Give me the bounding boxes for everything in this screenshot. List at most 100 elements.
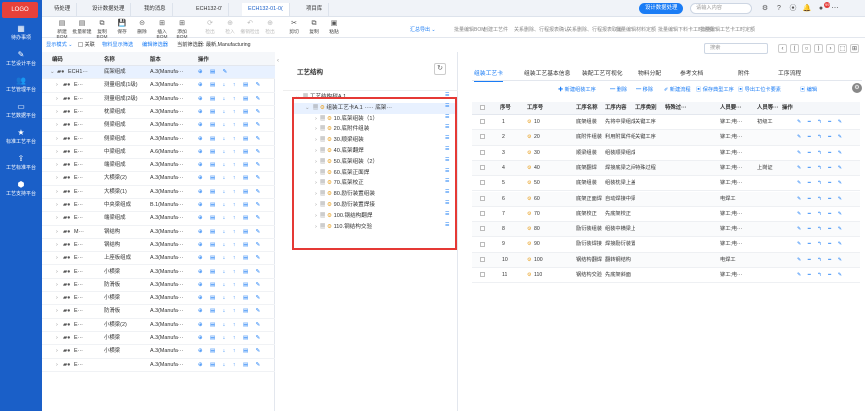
expand-icon[interactable]: › xyxy=(56,266,58,279)
row-actions[interactable]: ✎ ━ ↰ ━ ✎ xyxy=(797,176,845,191)
toolbar-text-action-0[interactable]: 批量编辑BOM xyxy=(454,26,485,33)
row-actions[interactable]: ✎ ━ ↰ ━ ✎ xyxy=(797,237,845,252)
row-actions[interactable]: ⊕ ▤ ↓ ↑ ▤ ✎ xyxy=(198,305,263,318)
sidebar-item-6[interactable]: ⬢ 工艺支持平台 xyxy=(0,180,42,206)
row-checkbox[interactable] xyxy=(480,115,485,130)
table-row[interactable]: › ▰● E··· A.3(Manufa··· ⊕ ▤ ↓ ↑ ▤ ✎ xyxy=(42,359,275,372)
table-row[interactable]: › ▰● E··· 小横梁 A.3(Manufa··· ⊕ ▤ ↓ ↑ ▤ ✎ xyxy=(42,292,275,306)
record-icon[interactable]: ⦿ xyxy=(788,4,798,14)
table-row[interactable]: 4 ⚙ 40 底架翻焊 焊接底梁之间 特殊过程 铆工;电··· 上岗证 ✎ ━ ↰ ━ ✎ xyxy=(472,160,860,177)
row-checkbox[interactable] xyxy=(480,130,485,145)
toolbar-btn-2[interactable]: ⧉ 复制BOM xyxy=(92,19,112,40)
row-actions[interactable]: ✎ ━ ↰ ━ ✎ xyxy=(797,268,845,283)
table-row[interactable]: › ▰● E··· 钢结构 A.3(Manufa··· ⊕ ▤ ↓ ↑ ▤ ✎ xyxy=(42,239,275,253)
detail-action-5[interactable]: ▣ 导出工位卡要素 xyxy=(738,86,781,93)
table-row[interactable]: › ▰● E··· 小横梁(2) A.3(Manufa··· ⊕ ▤ ↓ ↑ ▤ ✎ xyxy=(42,319,275,332)
select-all-checkbox[interactable] xyxy=(480,102,485,115)
row-actions[interactable]: ⊕ ▤ ↓ ↑ ▤ ✎ xyxy=(198,252,263,265)
table-row[interactable]: › ▰● E··· 小横梁 A.3(Manufa··· ⊕ ▤ ↓ ↑ ▤ ✎ xyxy=(42,345,275,359)
row-actions[interactable]: ⊕ ▤ ↓ ↑ ▤ ✎ xyxy=(198,146,263,159)
expand-icon[interactable]: › xyxy=(56,106,58,119)
refresh-icon[interactable]: ↻ xyxy=(434,63,446,75)
row-actions[interactable]: ⊕ ▤ ↓ ↑ ▤ ✎ xyxy=(198,212,263,225)
row-actions[interactable]: ⊕ ▤ ✎ xyxy=(198,66,230,79)
row-actions[interactable]: ⊕ ▤ ↓ ↑ ▤ ✎ xyxy=(198,159,263,172)
material-filter-link[interactable]: 物料显示筛选 xyxy=(102,41,133,48)
toolbar-text-action-3[interactable]: 关系删除、行程报表取消 xyxy=(567,26,622,33)
row-actions[interactable]: ✎ ━ ↰ ━ ✎ xyxy=(797,192,845,207)
collapse-left-icon[interactable]: ‹ xyxy=(277,58,279,64)
toolbar-btn-12[interactable]: ⧉ 复制 xyxy=(304,19,324,37)
row-actions[interactable]: ⊕ ▤ ↓ ↑ ▤ ✎ xyxy=(198,106,263,119)
toolbar-text-action-2[interactable]: 关系删除、行程报表确认 xyxy=(514,26,569,33)
detail-tab-4[interactable]: 参考文档 xyxy=(680,68,703,77)
expand-icon[interactable]: › xyxy=(56,119,58,132)
table-row[interactable]: › ▰● E··· 小横梁 A.3(Manufa··· ⊕ ▤ ↓ ↑ ▤ ✎ xyxy=(42,266,275,279)
toolbar-btn-9[interactable]: ↶ 撤销检出 xyxy=(240,19,260,37)
row-actions[interactable]: ⊕ ▤ ↓ ↑ ▤ ✎ xyxy=(198,359,263,372)
table-row[interactable]: › ▰● M··· 钢结构 A.3(Manufa··· ⊕ ▤ ↓ ↑ ▤ ✎ xyxy=(42,226,275,239)
sidebar-item-4[interactable]: ★ 标准工艺平台 xyxy=(0,128,42,154)
row-actions[interactable]: ⊕ ▤ ↓ ↑ ▤ ✎ xyxy=(198,319,263,332)
expand-icon[interactable]: › xyxy=(56,172,58,185)
toolbar-btn-1[interactable]: ▤ 批量新建 xyxy=(72,19,92,37)
row-checkbox[interactable] xyxy=(480,192,485,207)
toolbar-text-action-6[interactable]: 批量编辑工艺卡工时定额 xyxy=(700,26,755,33)
detail-action-6[interactable]: ▣ 编辑 xyxy=(800,86,817,93)
expand-icon[interactable]: › xyxy=(56,133,58,146)
table-row[interactable]: 5 ⚙ 50 底架组装 组装枕梁上盖 铆工;电··· ✎ ━ ↰ ━ ✎ xyxy=(472,176,860,192)
row-actions[interactable]: ⊕ ▤ ↓ ↑ ▤ ✎ xyxy=(198,186,263,199)
top-tab-1[interactable]: 设计数据处理 xyxy=(86,3,132,16)
expand-icon[interactable]: › xyxy=(56,239,58,252)
table-row[interactable]: › ▰● E··· 上座板组成 A.3(Manufa··· ⊕ ▤ ↓ ↑ ▤ ✎ xyxy=(42,252,275,266)
table-row[interactable]: 9 ⚙ 90 励衍装焊接 焊接励衍装置 铆工;电··· ✎ ━ ↰ ━ ✎ xyxy=(472,237,860,253)
expand-icon[interactable]: › xyxy=(56,79,58,92)
row-actions[interactable]: ⊕ ▤ ↓ ↑ ▤ ✎ xyxy=(198,332,263,345)
expand-icon[interactable]: › xyxy=(56,159,58,172)
show-mode-dropdown[interactable]: 显示模式 ⌄ xyxy=(46,41,73,48)
detail-action-2[interactable]: ━ 移除 xyxy=(636,86,653,93)
table-row[interactable]: 6 ⚙ 60 底架正面焊 自动焊接中梁 电焊工 ✎ ━ ↰ ━ ✎ xyxy=(472,191,860,207)
expand-icon[interactable]: › xyxy=(56,226,58,239)
expand-icon[interactable]: › xyxy=(56,305,58,318)
detail-tab-5[interactable]: 附件 xyxy=(738,68,750,77)
detail-tab-3[interactable]: 物料分配 xyxy=(638,68,661,77)
expand-icon[interactable]: › xyxy=(56,146,58,159)
sidebar-item-0[interactable]: ▦ 待办事项 xyxy=(0,24,42,50)
detail-tab-6[interactable]: 工序流程 xyxy=(778,68,801,77)
row-checkbox[interactable] xyxy=(480,222,485,237)
table-row[interactable]: › ▰● E··· 防滑板 A.3(Manufa··· ⊕ ▤ ↓ ↑ ▤ ✎ xyxy=(42,305,275,319)
row-checkbox[interactable] xyxy=(480,176,485,191)
row-actions[interactable]: ✎ ━ ↰ ━ ✎ xyxy=(797,253,845,268)
table-row[interactable]: › ▰● E··· 小横梁 A.3(Manufa··· ⊕ ▤ ↓ ↑ ▤ ✎ xyxy=(42,332,275,346)
bell-icon[interactable]: 🔔 xyxy=(802,4,812,14)
sidebar-item-5[interactable]: ⇪ 工艺标准平台 xyxy=(0,154,42,180)
toolbar-btn-10[interactable]: ⊕ 检出 xyxy=(260,19,280,37)
expand-icon[interactable]: › xyxy=(56,359,58,372)
table-row[interactable]: 11 ⚙ 110 钢结构交验 先底架斜面 铆工;电··· ✎ ━ ↰ ━ ✎ xyxy=(472,268,860,284)
table-row[interactable]: › ▰● E··· 端梁组成 A.3(Manufa··· ⊕ ▤ ↓ ↑ ▤ ✎ xyxy=(42,212,275,226)
row-checkbox[interactable] xyxy=(480,161,485,176)
expand-icon[interactable]: ⌄ xyxy=(50,66,55,79)
row-actions[interactable]: ✎ ━ ↰ ━ ✎ xyxy=(797,130,845,145)
table-row[interactable]: 8 ⚙ 80 励衍装组装 组装中横梁上 铆工;电··· ✎ ━ ↰ ━ ✎ xyxy=(472,222,860,238)
expand-icon[interactable]: › xyxy=(56,319,58,332)
row-actions[interactable]: ⊕ ▤ ↓ ↑ ▤ ✎ xyxy=(198,226,263,239)
row-actions[interactable]: ⊕ ▤ ↓ ↑ ▤ ✎ xyxy=(198,119,263,132)
row-actions[interactable]: ✎ ━ ↰ ━ ✎ xyxy=(797,222,845,237)
row-checkbox[interactable] xyxy=(480,253,485,268)
help-icon[interactable]: ? xyxy=(774,4,784,14)
detail-tab-1[interactable]: 组装工艺基本信息 xyxy=(524,68,570,77)
expand-icon[interactable]: › xyxy=(56,199,58,212)
toolbar-text-action-4[interactable]: 批量编辑材料定额 xyxy=(616,26,656,33)
detail-action-0[interactable]: ✚ 新建组装工序 xyxy=(558,86,596,93)
row-actions[interactable]: ⊕ ▤ ↓ ↑ ▤ ✎ xyxy=(198,79,263,92)
expand-icon[interactable]: › xyxy=(56,93,58,106)
sidebar-item-1[interactable]: ✎ 工艺设计平台 xyxy=(0,50,42,76)
row-checkbox[interactable] xyxy=(480,146,485,161)
row-actions[interactable]: ⊕ ▤ ↓ ↑ ▤ ✎ xyxy=(198,199,263,212)
detail-tab-2[interactable]: 装配工艺可视化 xyxy=(582,68,623,77)
expand-icon[interactable]: › xyxy=(56,252,58,265)
row-actions[interactable]: ⊕ ▤ ↓ ↑ ▤ ✎ xyxy=(198,93,263,106)
table-row[interactable]: › ▰● E··· 枕梁组成 A.3(Manufa··· ⊕ ▤ ↓ ↑ ▤ ✎ xyxy=(42,106,275,120)
